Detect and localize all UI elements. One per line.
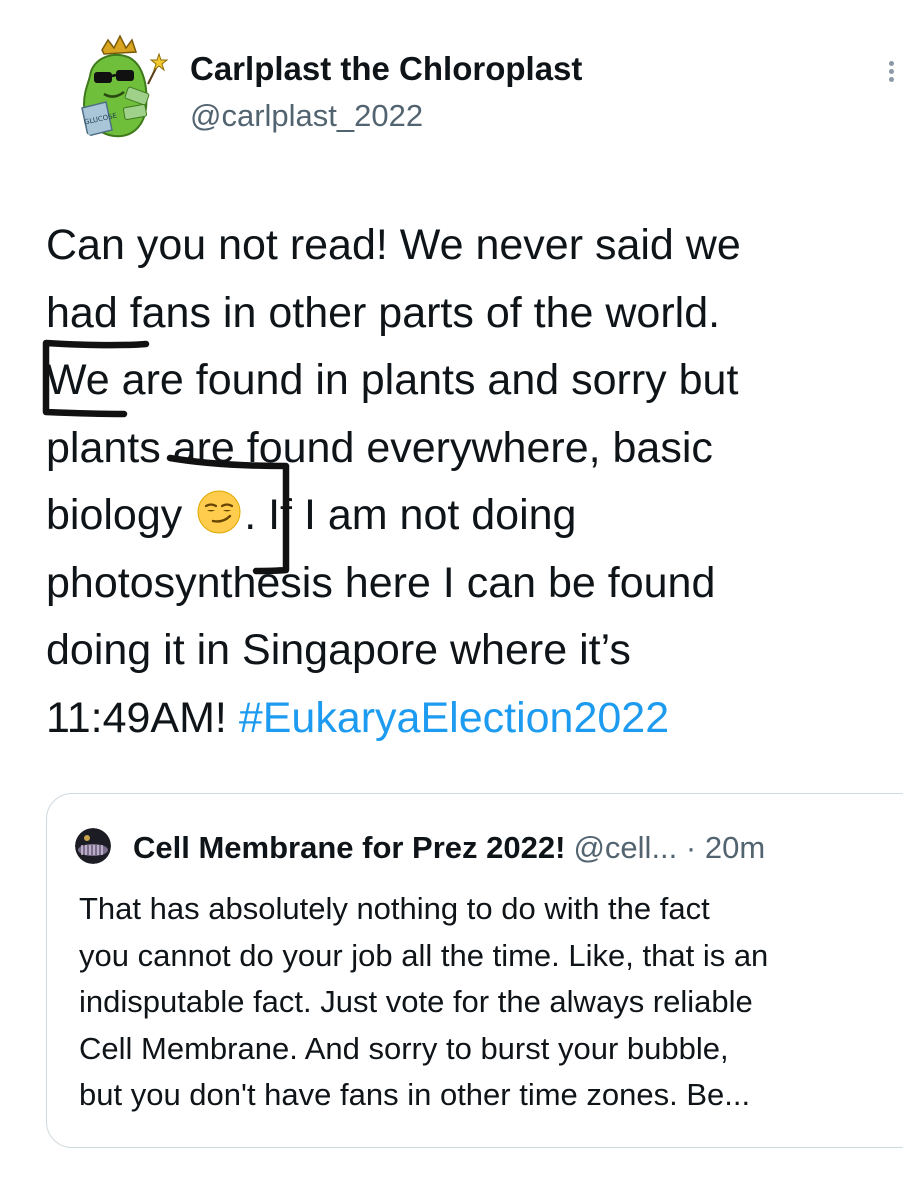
quoted-tweet-header: Cell Membrane for Prez 2022! @cell... · 2… [133,830,765,866]
author-avatar[interactable]: GLUCOSE [62,28,178,144]
tweet-line-segment: 11:49AM! [46,693,239,742]
quoted-timestamp[interactable]: 20m [705,830,765,865]
quoted-author-handle[interactable]: @cell... [573,830,677,865]
quoted-line: That has absolutely nothing to do with t… [79,891,710,926]
quoted-tweet-card[interactable]: Cell Membrane for Prez 2022! @cell... · 2… [46,793,903,1148]
quoted-line: but you don't have fans in other time zo… [79,1077,751,1112]
tweet-line: We are found in plants and sorry but [46,356,739,404]
author-handle[interactable]: @carlplast_2022 [190,98,423,134]
tweet-line: Can you not read! We never said we [46,221,741,269]
cell-membrane-avatar-image [75,828,111,864]
quoted-tweet-text: That has absolutely nothing to do with t… [79,886,768,1119]
chloroplast-avatar-image: GLUCOSE [62,28,178,144]
quoted-author-avatar[interactable] [75,828,111,864]
tweet-line-segment: biology [46,491,195,539]
quoted-line: you cannot do your job all the time. Lik… [79,937,769,973]
more-options-icon[interactable] [883,58,899,98]
tweet-line: plants are found everywhere, basic [46,423,713,472]
hashtag-link[interactable]: #EukaryaElection2022 [239,694,669,742]
author-display-name[interactable]: Carlplast the Chloroplast [190,50,582,88]
tweet-line-segment: . If I am not doing [244,491,577,539]
meta-separator: · [685,830,697,865]
quoted-line: Cell Membrane. And sorry to burst your b… [79,1030,729,1066]
quoted-author-name[interactable]: Cell Membrane for Prez 2022! [133,830,565,865]
tweet-line: photosynthesis here I can be found [46,558,716,607]
tweet-line: 11:49AM! #EukaryaElection2022 [46,685,896,753]
tweet-line: biology . If I am not doing [46,482,896,550]
quoted-line: indisputable fact. Just vote for the alw… [79,984,753,1019]
tweet-line: had fans in other parts of the world. [46,288,721,337]
smirking-face-icon [197,490,241,534]
tweet-text: Can you not read! We never said we had f… [46,212,896,752]
tweet-line: doing it in Singapore where it’s [46,626,631,674]
